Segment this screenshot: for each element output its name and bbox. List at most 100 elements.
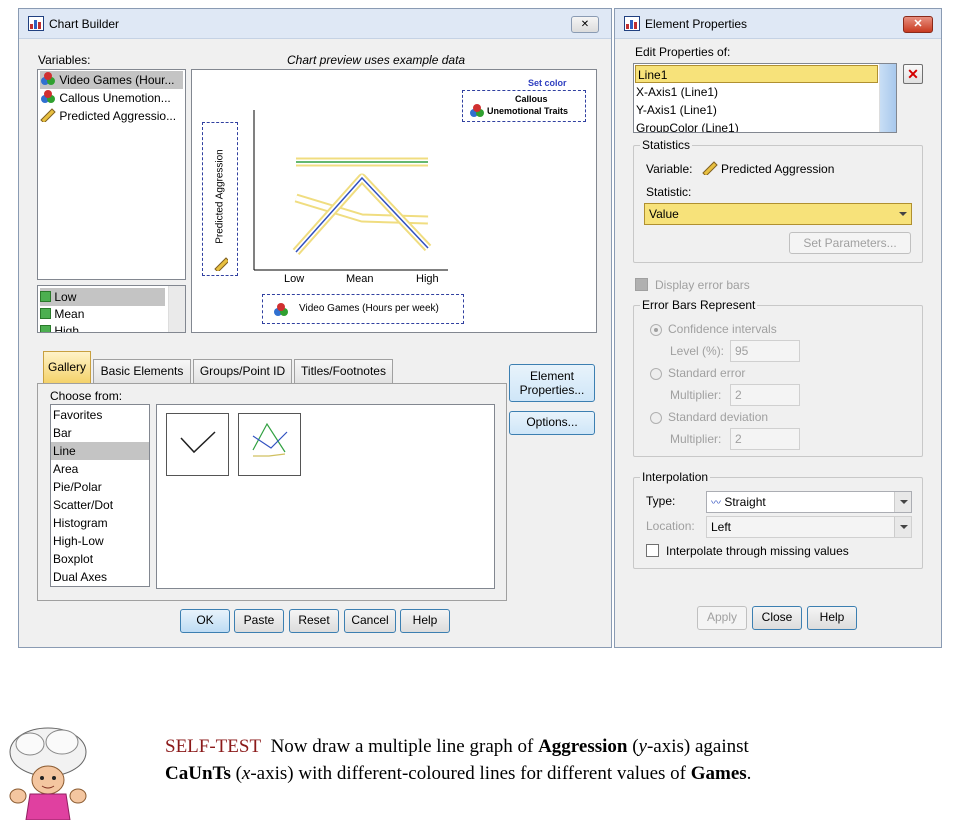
chart-type-item[interactable]: Area [53, 460, 78, 478]
nominal-variable-icon [470, 104, 484, 117]
set-color-label: Set color [528, 78, 567, 88]
chart-type-item[interactable]: Line [51, 442, 149, 460]
tab-titles-footnotes[interactable]: Titles/Footnotes [294, 359, 393, 383]
multiple-line-icon [252, 422, 288, 457]
close-button[interactable]: Close [752, 606, 802, 630]
interpolation-type-select[interactable]: 〰 Straight [706, 491, 912, 513]
ok-button[interactable]: OK [180, 609, 230, 633]
standard-error-label: Standard error [668, 366, 746, 380]
paste-button[interactable]: Paste [234, 609, 284, 633]
standard-deviation-radio[interactable] [650, 412, 662, 424]
category-item[interactable]: Mean [40, 305, 84, 323]
display-error-bars-checkbox[interactable] [635, 278, 648, 291]
element-item-line1[interactable]: Line1 [635, 65, 878, 83]
elements-scrollbar[interactable] [879, 64, 896, 132]
cartoon-character-illustration [9, 727, 87, 820]
chevron-down-icon [894, 517, 911, 537]
statistic-select[interactable]: Value [644, 203, 912, 225]
statistics-group: Statistics Variable: Predicted Aggressio… [633, 138, 923, 263]
element-item[interactable]: GroupColor (Line1) [636, 119, 739, 132]
window-title: Element Properties [645, 17, 748, 31]
chart-builder-app-icon [28, 16, 44, 31]
cancel-button[interactable]: Cancel [344, 609, 396, 633]
category-item[interactable]: High [40, 322, 79, 332]
variable-label: Variable: [646, 162, 693, 176]
chart-type-item[interactable]: Histogram [53, 514, 108, 532]
chart-builder-titlebar: Chart Builder ✕ [19, 9, 611, 39]
category-item[interactable]: Low [40, 288, 165, 306]
chart-type-item[interactable]: Scatter/Dot [53, 496, 113, 514]
ruler-icon [702, 161, 718, 175]
variable-item[interactable]: Video Games (Hour... [40, 71, 183, 89]
variables-list[interactable]: Video Games (Hour... Callous Unemotion..… [37, 69, 186, 280]
ruler-icon [214, 257, 228, 271]
tab-groups-point-id[interactable]: Groups/Point ID [193, 359, 292, 383]
multiple-line-thumbnail[interactable] [238, 413, 301, 476]
chart-type-item[interactable]: Bar [53, 424, 72, 442]
y-axis-drop-zone[interactable]: Predicted Aggression [202, 122, 238, 276]
confidence-intervals-radio[interactable] [650, 324, 662, 336]
close-window-button[interactable]: ✕ [571, 16, 599, 33]
interpolate-missing-label: Interpolate through missing values [666, 544, 849, 558]
element-properties-button[interactable]: Element Properties... [509, 364, 595, 402]
delete-element-button[interactable]: ✕ [903, 64, 923, 84]
preview-note: Chart preview uses example data [287, 53, 466, 67]
chart-preview-canvas[interactable]: Low Mean High Predicted Aggression Video… [191, 69, 597, 333]
statistic-label: Statistic: [646, 185, 692, 199]
chart-type-list[interactable]: Favorites Bar Line Area Pie/Polar Scatte… [50, 404, 150, 587]
interpolation-location-select[interactable]: Left [706, 516, 912, 538]
variable-item[interactable]: Callous Unemotion... [40, 89, 171, 107]
close-window-button[interactable]: ✕ [903, 16, 933, 33]
interpolation-group: Interpolation Type: 〰 Straight Location:… [633, 470, 923, 569]
error-bars-legend: Error Bars Represent [640, 298, 758, 312]
element-item[interactable]: Y-Axis1 (Line1) [636, 101, 717, 119]
confidence-intervals-label: Confidence intervals [668, 322, 777, 336]
gallery-thumbnails[interactable] [156, 404, 495, 589]
elements-list[interactable]: Line1 X-Axis1 (Line1) Y-Axis1 (Line1) Gr… [633, 63, 897, 133]
chevron-down-icon [894, 204, 911, 224]
se-multiplier-input[interactable]: 2 [730, 384, 800, 406]
chart-type-item[interactable]: Dual Axes [53, 568, 107, 586]
help-button[interactable]: Help [807, 606, 857, 630]
categories-scrollbar[interactable] [168, 286, 185, 332]
chart-type-item[interactable]: Pie/Polar [53, 478, 102, 496]
x-axis-variable-label: Video Games (Hours per week) [299, 303, 439, 314]
y-axis-variable-label: Predicted Aggression [214, 149, 226, 244]
reset-button[interactable]: Reset [289, 609, 339, 633]
simple-line-icon [180, 431, 216, 454]
standard-deviation-label: Standard deviation [668, 410, 769, 424]
close-icon: ✕ [913, 18, 923, 30]
delete-icon: ✕ [907, 66, 919, 82]
variables-label: Variables: [38, 53, 91, 67]
options-button[interactable]: Options... [509, 411, 595, 435]
x-tick-label: Low [284, 273, 305, 285]
element-properties-titlebar: Element Properties ✕ [615, 9, 941, 39]
categories-list[interactable]: Low Mean High [37, 285, 186, 333]
level-input[interactable]: 95 [730, 340, 800, 362]
chart-type-item[interactable]: High-Low [53, 532, 104, 550]
sd-multiplier-input[interactable]: 2 [730, 428, 800, 450]
element-properties-window: Element Properties ✕ Edit Properties of:… [614, 8, 942, 648]
apply-button[interactable]: Apply [697, 606, 747, 630]
simple-line-thumbnail[interactable] [166, 413, 229, 476]
category-icon [40, 291, 51, 302]
x-axis-drop-zone[interactable]: Video Games (Hours per week) [262, 294, 464, 324]
x-tick-label: High [416, 273, 439, 285]
close-icon: ✕ [580, 19, 590, 30]
variable-item[interactable]: Predicted Aggressio... [40, 107, 176, 125]
tab-basic-elements[interactable]: Basic Elements [93, 359, 191, 383]
sd-multiplier-label: Multiplier: [670, 432, 722, 446]
type-label: Type: [646, 494, 676, 508]
set-parameters-button[interactable]: Set Parameters... [789, 232, 911, 254]
tab-gallery[interactable]: Gallery [43, 351, 91, 383]
element-item[interactable]: X-Axis1 (Line1) [636, 83, 718, 101]
help-button[interactable]: Help [400, 609, 450, 633]
standard-error-radio[interactable] [650, 368, 662, 380]
color-drop-zone[interactable]: Callous Unemotional Traits [462, 90, 586, 122]
chart-type-item[interactable]: Favorites [53, 406, 102, 424]
chart-type-item[interactable]: Boxplot [53, 550, 93, 568]
interpolation-legend: Interpolation [640, 470, 711, 484]
self-test-line-1: SELF-TEST Now draw a multiple line graph… [165, 736, 749, 757]
error-bars-group: Error Bars Represent Confidence interval… [633, 298, 923, 457]
interpolate-missing-checkbox[interactable] [646, 544, 659, 557]
